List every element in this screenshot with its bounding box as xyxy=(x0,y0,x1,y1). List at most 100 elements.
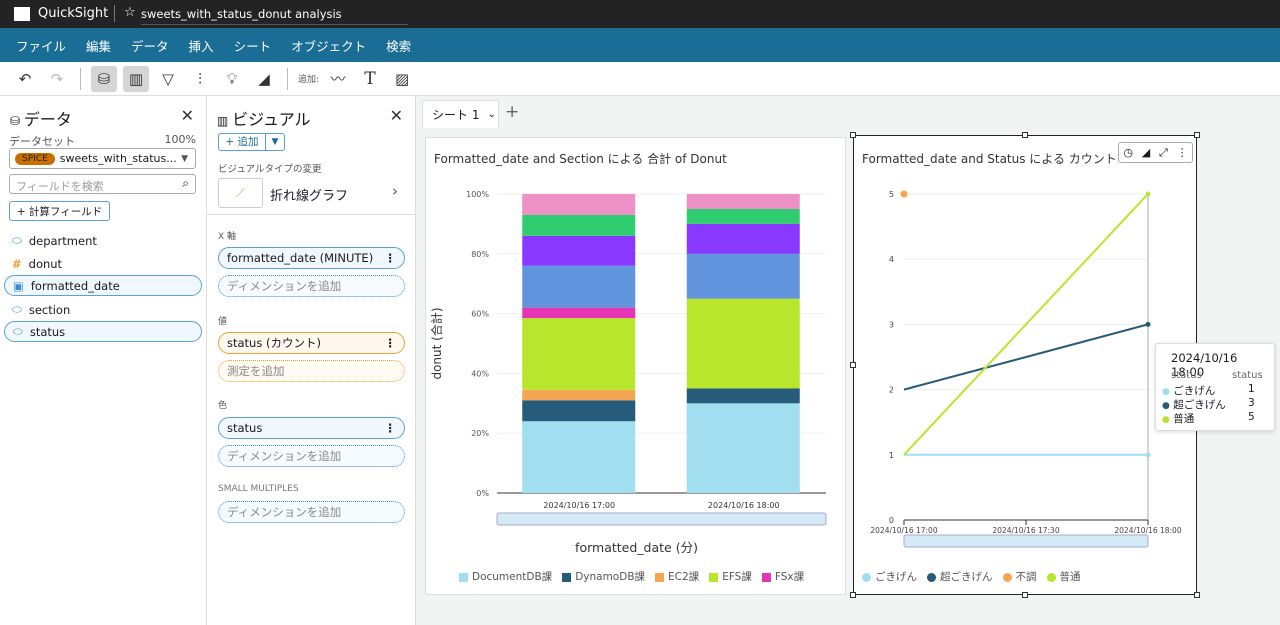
bar-legend: DocumentDB課 DynamoDB課 EC2課 EFS課 FSx課 xyxy=(459,569,804,584)
legend-item[interactable]: 普通 xyxy=(1046,569,1081,584)
menu-edit[interactable]: 編集 xyxy=(86,36,111,55)
tab-sheet-1[interactable]: シート 1 ⌄ xyxy=(422,100,499,128)
bar-chart-icon[interactable]: ▥ xyxy=(123,65,149,92)
format-icon[interactable]: ◢ xyxy=(251,66,277,92)
legend-label: EFS課 xyxy=(722,571,752,583)
x-axis-label: X 軸 xyxy=(218,232,237,242)
stacked-bar-visual[interactable]: Formatted_date and Section による 合計 of Don… xyxy=(425,137,846,595)
bar-segment xyxy=(686,208,800,224)
value-field-well[interactable]: status (カウント) ⋮ xyxy=(218,332,405,354)
add-label: 追加: xyxy=(298,75,320,85)
close-icon[interactable]: ✕ xyxy=(390,106,403,125)
legend-swatch xyxy=(862,572,871,582)
dimension-icon: ⬭ xyxy=(12,302,22,316)
more-options-icon[interactable]: ⋮ xyxy=(1177,146,1188,159)
x-tick-label: 2024/10/16 18:00 xyxy=(1114,526,1181,535)
parameters-icon[interactable]: ⫶ xyxy=(187,66,213,92)
tooltip-row-label: 超ごきげん xyxy=(1173,399,1226,411)
legend-item[interactable]: EC2課 xyxy=(655,569,699,584)
chevron-right-icon[interactable]: › xyxy=(392,182,398,200)
time-icon[interactable]: ◷ xyxy=(1123,146,1133,159)
chevron-down-icon[interactable]: ⌄ xyxy=(487,109,495,120)
filter-icon[interactable]: ▽ xyxy=(155,66,181,92)
add-text-icon[interactable]: T xyxy=(357,66,383,92)
legend-item[interactable]: ごきげん xyxy=(862,569,917,584)
x-axis-title: formatted_date (分) xyxy=(575,540,698,555)
tooltip-row-value: 5 xyxy=(1248,411,1255,423)
undo-icon[interactable]: ↶ xyxy=(12,66,38,92)
field-search-input[interactable]: フィールドを検索 ⌕ xyxy=(9,174,196,194)
field-status[interactable]: ⬭ status xyxy=(4,321,202,342)
menu-sheet[interactable]: シート xyxy=(234,36,272,55)
bar-chart-icon: ▥ xyxy=(217,114,233,128)
bar-segment xyxy=(522,235,636,266)
y-tick-label: 5 xyxy=(889,190,894,199)
bar-segment xyxy=(686,253,800,299)
more-options-icon[interactable]: ⋮ xyxy=(385,336,397,350)
y-tick-label: 3 xyxy=(889,320,894,329)
legend-item[interactable]: FSx課 xyxy=(761,569,804,584)
caret-down-icon[interactable]: ▼ xyxy=(265,134,284,150)
line-visual[interactable]: Formatted_date and Status による カウント o 012… xyxy=(853,135,1197,595)
dataset-select[interactable]: SPICE sweets_with_status... ▼ xyxy=(9,148,196,169)
add-sheet-icon[interactable]: + xyxy=(505,102,519,122)
more-options-icon[interactable]: ⋮ xyxy=(385,421,397,435)
menu-data[interactable]: データ xyxy=(131,36,169,55)
y-tick-label: 60% xyxy=(471,310,489,319)
sheet-tab-label: シート 1 xyxy=(432,108,480,122)
add-visual-label: + 追加 xyxy=(225,136,259,148)
series-line xyxy=(903,323,1149,391)
color-label: 色 xyxy=(218,401,228,411)
legend-label: 超ごきげん xyxy=(940,571,993,583)
legend-item[interactable]: DocumentDB課 xyxy=(459,569,552,584)
add-visual-icon[interactable]: 〰 xyxy=(325,66,351,92)
menu-object[interactable]: オブジェクト xyxy=(291,36,366,55)
data-point xyxy=(1145,191,1151,197)
add-visual-button[interactable]: + 追加 ▼ xyxy=(218,133,285,151)
x-axis-field-well[interactable]: formatted_date (MINUTE) ⋮ xyxy=(218,247,405,269)
line-chart-thumbnail-icon[interactable]: ⟋ xyxy=(218,178,263,208)
search-icon: ⌕ xyxy=(182,176,189,190)
x-axis-scrollbar xyxy=(903,534,1149,548)
menu-insert[interactable]: 挿入 xyxy=(189,36,214,55)
star-icon[interactable]: ☆ xyxy=(124,5,136,20)
small-multiples-add-dimension[interactable]: ディメンションを追加 xyxy=(218,501,405,523)
small-multiples-label: SMALL MULTIPLES xyxy=(218,484,299,494)
field-donut[interactable]: # donut xyxy=(4,253,202,274)
value-add-measure[interactable]: 測定を追加 xyxy=(218,360,405,382)
color-add-dimension[interactable]: ディメンションを追加 xyxy=(218,445,405,467)
status-dot-icon: ● xyxy=(1162,401,1170,411)
top-bar: QuickSight ☆ sweets_with_status_donut an… xyxy=(0,0,1280,28)
legend-item[interactable]: DynamoDB課 xyxy=(562,569,645,584)
chevron-down-icon: ▼ xyxy=(181,153,188,164)
redo-icon[interactable]: ↷ xyxy=(44,66,70,92)
close-icon[interactable]: ✕ xyxy=(181,106,194,125)
expand-icon[interactable]: ⤢ xyxy=(1159,146,1168,160)
more-options-icon[interactable]: ⋮ xyxy=(385,251,397,265)
field-section[interactable]: ⬭ section xyxy=(4,299,202,320)
field-department[interactable]: ⬭ department xyxy=(4,230,202,251)
analysis-title-input[interactable]: sweets_with_status_donut analysis xyxy=(141,7,408,25)
field-formatted-date[interactable]: ▣ formatted_date xyxy=(4,275,202,296)
legend-swatch xyxy=(459,572,468,582)
legend-swatch xyxy=(562,572,572,582)
x-axis-scrollbar xyxy=(496,512,827,526)
legend-item[interactable]: 不調 xyxy=(1002,569,1037,584)
visual-type-name[interactable]: 折れ線グラフ xyxy=(270,185,348,204)
x-axis-add-dimension[interactable]: ディメンションを追加 xyxy=(218,275,405,297)
insights-bulb-icon[interactable]: 💡︎ xyxy=(219,66,245,92)
legend-item[interactable]: EFS課 xyxy=(709,569,752,584)
color-field-well[interactable]: status ⋮ xyxy=(218,417,405,439)
legend-item[interactable]: 超ごきげん xyxy=(927,569,993,584)
add-calculated-field-button[interactable]: + 計算フィールド xyxy=(9,201,110,221)
data-point xyxy=(1145,321,1151,327)
dataset-percent: 100% xyxy=(164,133,196,146)
visual-type-change-label: ビジュアルタイプの変更 xyxy=(218,164,322,175)
value-field: status (カウント) xyxy=(227,336,321,350)
menu-search[interactable]: 検索 xyxy=(386,36,411,55)
database-icon[interactable]: ⛁ xyxy=(91,65,117,92)
add-image-icon[interactable]: ▨ xyxy=(389,66,415,92)
field-label: formatted_date xyxy=(30,278,120,293)
menu-file[interactable]: ファイル xyxy=(16,36,66,55)
format-visual-icon[interactable]: ◢ xyxy=(1142,146,1150,159)
